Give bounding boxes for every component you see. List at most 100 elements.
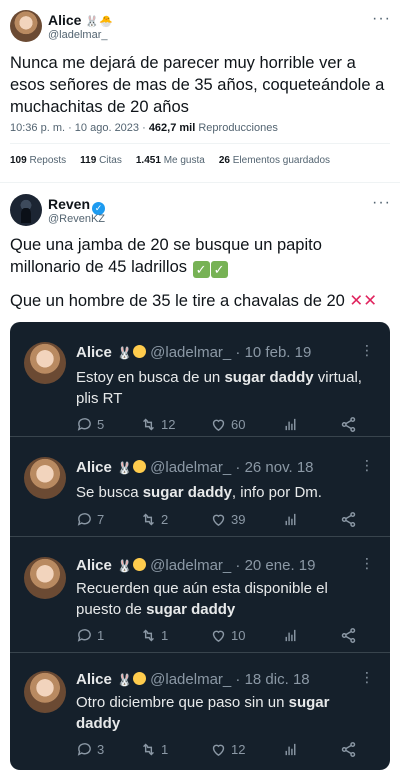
author-handle[interactable]: @RevenKZ [48, 213, 105, 225]
stat-bookmarks[interactable]: 26 Elementos guardados [219, 155, 330, 166]
share-button[interactable] [340, 511, 357, 528]
check-mark-icon: ✓ [192, 261, 210, 278]
tweet-text: Recuerden que aún esta disponible el pue… [76, 580, 328, 618]
tweet-timestamp[interactable]: 10:36 p. m. · 10 ago. 2023 · [10, 122, 149, 134]
tweet-date: · 26 nov. 18 [231, 459, 314, 476]
author-name-text: Alice [48, 12, 82, 28]
reply-icon [77, 417, 91, 431]
chick-icon [132, 558, 146, 571]
analytics-button[interactable] [282, 627, 340, 644]
retweet-button[interactable]: 1 [140, 741, 210, 758]
bunny-icon: 🐰 [117, 346, 132, 360]
reply-icon [77, 742, 91, 756]
author-handle: @ladelmar_ [150, 671, 232, 688]
more-options-icon[interactable]: ⋮ [360, 457, 374, 474]
stat-reposts[interactable]: 109 Reposts [10, 155, 66, 166]
share-icon [341, 416, 356, 432]
original-tweet: Alice 🐰🐣 @ladelmar_ ··· Nunca me dejará … [0, 0, 400, 180]
chick-icon [132, 345, 146, 358]
stat-quotes[interactable]: 119 Citas [80, 155, 122, 166]
reply-count: 5 [97, 416, 105, 432]
retweet-button[interactable]: 1 [140, 627, 210, 644]
avatar[interactable] [10, 10, 42, 42]
chick-icon [132, 460, 146, 473]
author-line: Alice 🐰 @ladelmar_ · 26 nov. 18 [76, 459, 314, 476]
tweet-line-1: Que una jamba de 20 se busque un papito … [10, 236, 322, 276]
embedded-tweet[interactable]: Alice 🐰 @ladelmar_ · 26 nov. 18 ⋮ Se bus… [10, 437, 390, 535]
avatar[interactable] [24, 557, 66, 599]
author-handle: @ladelmar_ [150, 557, 232, 574]
tweet-text: Estoy en busca de un sugar daddy virtual… [76, 369, 362, 407]
analytics-button[interactable] [282, 511, 340, 528]
share-icon [341, 741, 356, 757]
reply-button[interactable]: 3 [76, 741, 140, 758]
more-options-icon[interactable]: ··· [372, 194, 391, 212]
like-count: 60 [231, 416, 246, 432]
like-button[interactable]: 10 [210, 627, 282, 644]
more-options-icon[interactable]: ⋮ [360, 669, 374, 686]
tweet-text: Otro diciembre que paso sin un sugar dad… [76, 694, 330, 732]
reply-icon [77, 628, 91, 642]
retweet-icon [143, 513, 154, 525]
author-handle: @ladelmar_ [150, 344, 232, 361]
tweet-text-line-2: Que un hombre de 35 le tire a chavalas d… [10, 290, 390, 312]
more-options-icon[interactable]: ··· [372, 10, 391, 28]
retweet-button[interactable]: 2 [140, 511, 210, 528]
reply-button[interactable]: 5 [76, 416, 140, 433]
stat-likes[interactable]: 1.451 Me gusta [136, 155, 205, 166]
reply-button[interactable]: 1 [76, 627, 140, 644]
avatar[interactable] [24, 671, 66, 713]
author-handle[interactable]: @ladelmar_ [48, 29, 107, 41]
like-count: 12 [231, 741, 246, 757]
like-button[interactable]: 39 [210, 511, 282, 528]
like-count: 39 [231, 511, 246, 527]
avatar[interactable] [24, 457, 66, 499]
share-button[interactable] [340, 416, 357, 433]
tweet-line-2: Que un hombre de 35 le tire a chavalas d… [10, 292, 345, 310]
retweet-icon [143, 743, 154, 755]
share-button[interactable] [340, 741, 357, 758]
avatar[interactable] [10, 194, 42, 226]
retweet-count: 1 [161, 741, 169, 757]
like-button[interactable]: 12 [210, 741, 282, 758]
action-bar: 3 1 12 [76, 739, 376, 759]
tweet-text: Se busca sugar daddy, info por Dm. [76, 484, 322, 501]
cross-mark-icon: ✕✕ [349, 292, 378, 310]
bunny-icon: 🐰 [117, 559, 132, 573]
more-options-icon[interactable]: ⋮ [360, 342, 374, 359]
author-name[interactable]: Alice 🐰🐣 [48, 12, 113, 28]
reply-count: 7 [97, 511, 105, 527]
embedded-tweet[interactable]: Alice 🐰 @ladelmar_ · 18 dic. 18 ⋮ Otro d… [10, 653, 390, 770]
author-handle: @ladelmar_ [150, 459, 232, 476]
tweet-separator [0, 182, 400, 183]
analytics-button[interactable] [282, 741, 340, 758]
author-line: Alice 🐰 @ladelmar_ · 20 ene. 19 [76, 557, 316, 574]
bunny-icon: 🐰 [117, 673, 132, 687]
more-options-icon[interactable]: ⋮ [360, 555, 374, 572]
views-count: 462,7 mil [148, 122, 196, 134]
author-line: Alice 🐰 @ladelmar_ · 10 feb. 19 [76, 344, 312, 361]
like-button[interactable]: 60 [210, 416, 282, 433]
check-mark-icon: ✓ [210, 261, 228, 278]
avatar[interactable] [24, 342, 66, 384]
action-bar: 7 2 39 [76, 509, 376, 529]
share-button[interactable] [340, 627, 357, 644]
action-bar: 5 12 60 [76, 414, 376, 434]
retweet-count: 2 [161, 511, 169, 527]
retweet-icon [143, 629, 154, 641]
share-icon [341, 511, 356, 527]
reply-button[interactable]: 7 [76, 511, 140, 528]
analytics-button[interactable] [282, 416, 340, 433]
embedded-tweet[interactable]: Alice 🐰 @ladelmar_ · 20 ene. 19 ⋮ Recuer… [10, 537, 390, 651]
tweet-text: Nunca me dejará de parecer muy horrible … [10, 54, 385, 116]
reply-icon [77, 512, 91, 526]
share-icon [341, 627, 356, 643]
retweet-button[interactable]: 12 [140, 416, 210, 433]
heart-icon [212, 514, 225, 526]
reply-count: 1 [97, 627, 105, 643]
action-bar: 1 1 10 [76, 625, 376, 645]
name-emoji: 🐰🐣 [85, 16, 113, 28]
author-name-text: Reven [48, 196, 91, 212]
embedded-tweet[interactable]: Alice 🐰 @ladelmar_ · 10 feb. 19 ⋮ Estoy … [10, 322, 390, 436]
views-label: Reproducciones [195, 122, 278, 134]
